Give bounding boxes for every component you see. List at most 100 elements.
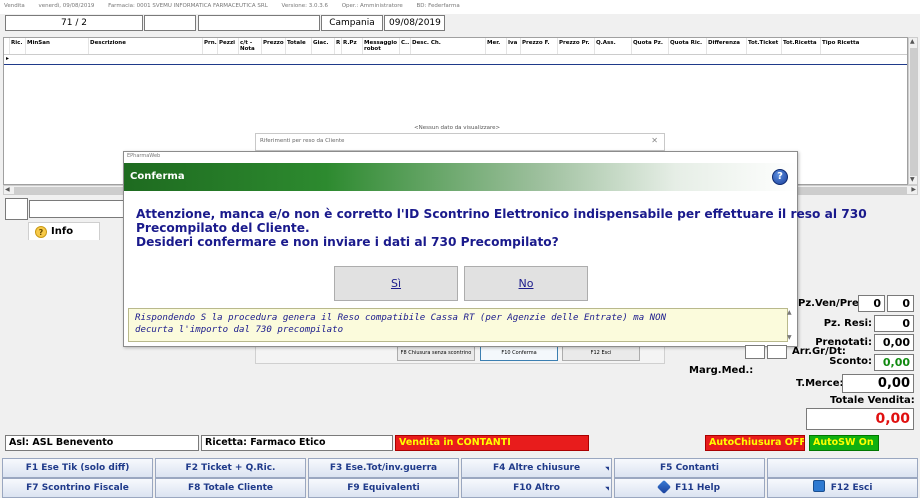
pz-resi-value: 0 (874, 315, 914, 332)
region-field: Campania (321, 15, 383, 31)
arr-gr-input[interactable] (745, 345, 765, 359)
grid-empty-message: <Nessun dato da visualizzare> (414, 125, 501, 131)
grid-column-header[interactable]: R (335, 38, 342, 54)
scroll-up-icon[interactable]: ▲ (910, 38, 915, 46)
grid-column-header[interactable]: Tot.Ricetta (782, 38, 821, 54)
dialog-note: Rispondendo S la procedura genera il Res… (128, 308, 788, 342)
grid-column-header[interactable]: Totale (286, 38, 312, 54)
f2-ticket-button[interactable]: F2 Ticket + Q.Ric. (155, 458, 306, 478)
yes-button-label: Sì (390, 277, 402, 290)
f8-totale-cliente-button[interactable]: F8 Totale Cliente (155, 478, 306, 498)
f11-label: F11 Help (675, 483, 721, 493)
sale-counter-field[interactable]: 71 / 2 (5, 15, 143, 31)
current-row-icon: ▸ (6, 55, 10, 62)
arr-dt-input[interactable] (767, 345, 787, 359)
pz-ven-pre-label: Pz.Ven/Pre: (798, 298, 863, 309)
vertical-scroll-thumb[interactable] (910, 48, 917, 176)
totale-vendita-label: Totale Vendita: (830, 395, 915, 406)
grid-column-header[interactable]: Ric. (10, 38, 26, 54)
f11-help-icon (656, 479, 672, 495)
sconto-value: 0,00 (874, 354, 914, 371)
prenotati-value: 0,00 (874, 334, 914, 351)
grid-column-header[interactable]: Iva (507, 38, 521, 54)
pz-venduti-value: 0 (858, 295, 885, 312)
grid-column-header[interactable]: Prn. (203, 38, 218, 54)
help-icon[interactable]: ? (772, 169, 788, 185)
autosw-toggle[interactable]: AutoSW On (809, 435, 879, 451)
f12-label: F12 Esci (830, 483, 873, 493)
grid-column-header[interactable]: Quota Ric. (669, 38, 707, 54)
pz-resi-label: Pz. Resi: (823, 318, 872, 329)
f1-ese-tik-button[interactable]: F1 Ese Tik (solo diff) (2, 458, 153, 478)
title-item: BD: Federfarma (416, 3, 460, 9)
title-item: venerdì, 09/08/2019 (38, 3, 95, 9)
grid-column-header[interactable]: MinSan (26, 38, 89, 54)
grid-column-header[interactable]: Quota Pz. (632, 38, 669, 54)
scroll-right-icon[interactable]: ▶ (911, 186, 916, 194)
grid-column-header[interactable]: Giac. (312, 38, 335, 54)
esci-button[interactable]: F12 Esci (562, 346, 640, 361)
no-button[interactable]: No (464, 266, 588, 301)
f12-esci-button[interactable]: F12 Esci (767, 478, 918, 498)
info-icon: ? (35, 225, 47, 238)
grid-column-header[interactable]: Prezzo F. (521, 38, 558, 54)
grid-column-header[interactable]: Prezzo (262, 38, 286, 54)
f3-ese-tot-button[interactable]: F3 Ese.Tot/inv.guerra (308, 458, 459, 478)
f9-equivalenti-button[interactable]: F9 Equivalenti (308, 478, 459, 498)
autochiusura-toggle[interactable]: AutoChiusura OFF (705, 435, 805, 451)
scroll-down-icon[interactable]: ▼ (910, 176, 915, 184)
grid-column-header[interactable]: Differenza (707, 38, 747, 54)
dialog-message-line: Precompilato del Cliente. (136, 221, 310, 235)
barcode-box[interactable] (5, 198, 28, 220)
grid-column-header[interactable]: Messaggio robot (363, 38, 400, 54)
f10-altro-button[interactable]: F10 Altro ◥ (461, 478, 612, 498)
grid-column-header[interactable]: Pezzi (218, 38, 239, 54)
chiusura-senza-scontrino-button[interactable]: F8 Chiusura senza scontrino (397, 346, 475, 361)
scroll-up-icon[interactable]: ▲ (787, 309, 792, 316)
tab-info[interactable]: ? Info (28, 222, 100, 240)
grid-column-header[interactable]: Desc. Ch. (411, 38, 486, 54)
date-field: 09/08/2019 (384, 15, 445, 31)
dialog-message: Attenzione, manca e/o non è corretto l'I… (136, 207, 867, 249)
grid-column-header[interactable]: c/t - Nota (239, 38, 262, 54)
table-row[interactable]: ▸ (4, 55, 907, 65)
f4-altre-chiusure-button[interactable]: F4 Altre chiusure ◥ (461, 458, 612, 478)
scroll-left-icon[interactable]: ◀ (5, 186, 10, 194)
top-field-empty-1[interactable] (144, 15, 196, 31)
grid-column-header[interactable]: Q.Ass. (595, 38, 632, 54)
grid-column-header[interactable]: Mer. (486, 38, 507, 54)
scroll-down-icon[interactable]: ▼ (787, 334, 792, 341)
background-panel-title: Riferimenti per reso da Cliente (260, 138, 345, 144)
barcode-input[interactable] (29, 200, 124, 218)
grid-column-header[interactable]: Prezzo Pr. (558, 38, 595, 54)
dialog-message-line: Desideri confermare e non inviare i dati… (136, 235, 559, 249)
tab-info-label: Info (51, 226, 74, 237)
close-icon[interactable]: ✕ (651, 136, 658, 145)
pz-prenotati-value: 0 (887, 295, 914, 312)
vendita-type-badge: Vendita in CONTANTI (395, 435, 589, 451)
f11-help-button[interactable]: F11 Help (614, 478, 765, 498)
grid-column-header[interactable]: Tipo Ricetta (821, 38, 895, 54)
note-scrollbar[interactable]: ▲ ▼ (787, 309, 795, 341)
dialog-note-line: Rispondendo S la procedura genera il Res… (135, 313, 667, 323)
yes-button[interactable]: Sì (334, 266, 458, 301)
grid-vertical-scrollbar[interactable]: ▲ ▼ (908, 37, 918, 185)
conferma-button[interactable]: F10 Conferma (480, 346, 558, 361)
grid-column-header[interactable]: R.Pz (342, 38, 363, 54)
fkey-empty-button[interactable] (767, 458, 918, 478)
dialog-title: Conferma (130, 171, 185, 182)
f7-scontrino-fiscale-button[interactable]: F7 Scontrino Fiscale (2, 478, 153, 498)
totale-vendita-value: 0,00 (806, 408, 914, 430)
grid-column-header[interactable]: Tot.Ticket (747, 38, 782, 54)
top-field-empty-2[interactable] (198, 15, 320, 31)
f10-label: F10 Altro (513, 483, 560, 493)
grid-header: Ric. MinSan Descrizione Prn. Pezzi c/t -… (4, 38, 907, 55)
grid-column-header[interactable]: Descrizione (89, 38, 203, 54)
grid-column-header[interactable]: C.. (400, 38, 411, 54)
sconto-label: Sconto: (829, 356, 872, 367)
no-button-label: No (518, 277, 534, 290)
title-item: Farmacia: 0001 SVEMU INFORMATICA FARMACE… (108, 3, 268, 9)
f5-contanti-button[interactable]: F5 Contanti (614, 458, 765, 478)
confirm-dialog: EPharmaWeb Conferma ? Attenzione, manca … (123, 151, 867, 347)
dropdown-corner-icon: ◥ (605, 486, 609, 492)
